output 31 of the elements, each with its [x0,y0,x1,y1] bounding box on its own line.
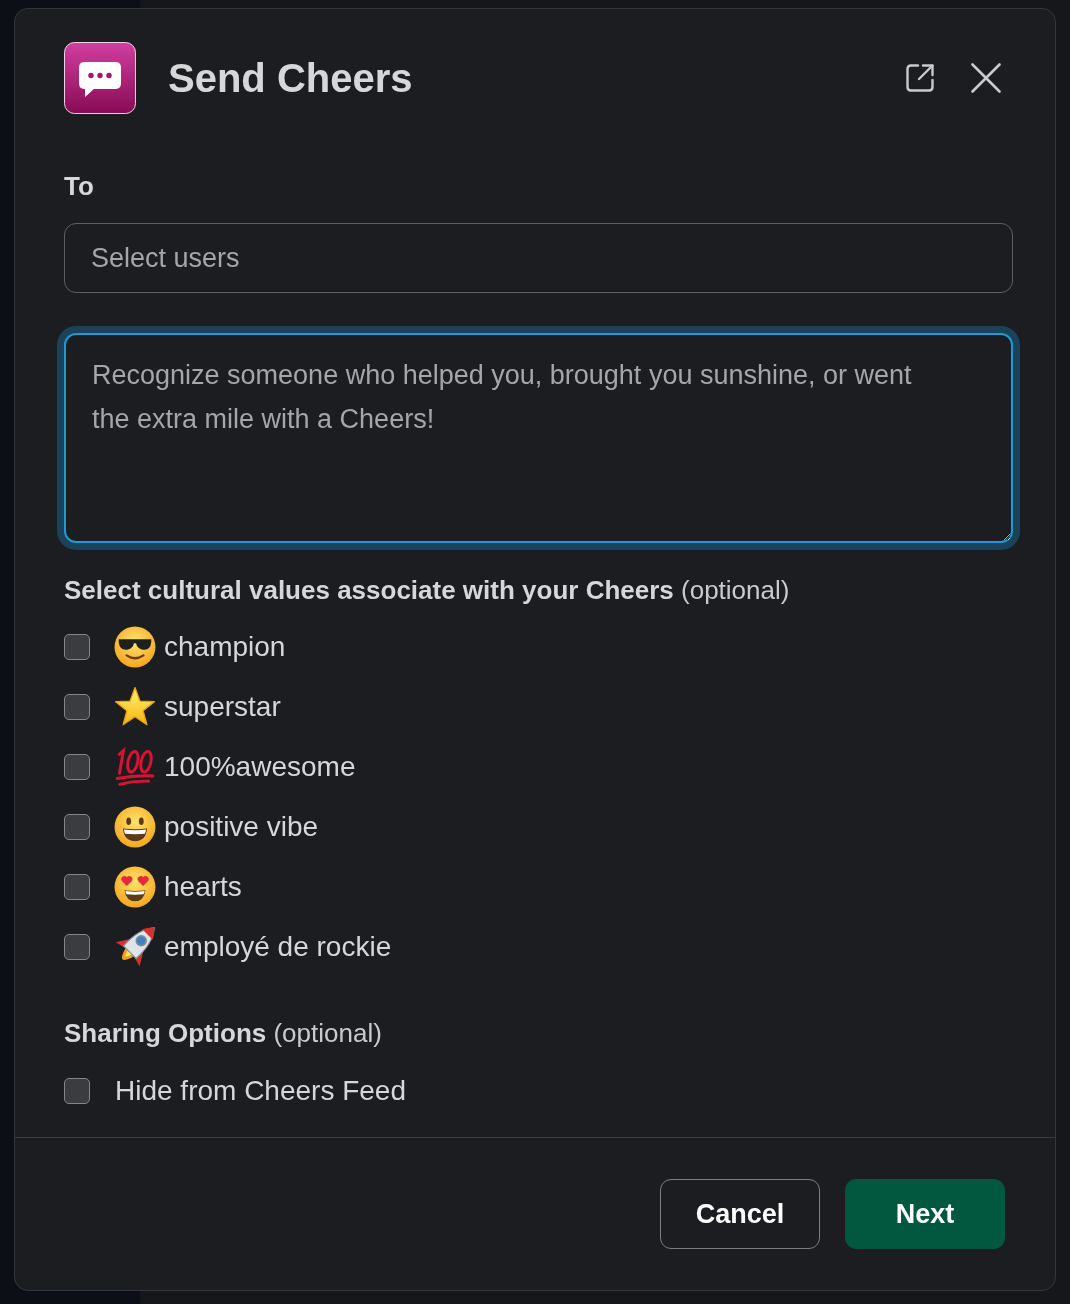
cancel-button[interactable]: Cancel [660,1179,820,1249]
grinning-face-icon [114,806,156,848]
field-label: To [64,170,95,203]
option-label: 100%awesome [164,751,356,783]
option-label: superstar [164,691,281,723]
checkbox[interactable] [64,694,90,720]
checkbox[interactable] [64,1078,90,1104]
close-icon[interactable] [971,63,1001,93]
speech-bubble-icon [64,42,136,114]
next-button[interactable]: Next [845,1179,1005,1249]
external-link-icon[interactable] [904,62,936,94]
checkbox[interactable] [64,814,90,840]
checkbox[interactable] [64,934,90,960]
option-label: Hide from Cheers Feed [115,1075,406,1107]
dialog-title: Send Cheers [168,55,414,101]
checkbox[interactable] [64,634,90,660]
user-select-field[interactable]: Select users [64,223,1013,293]
sunglasses-face-icon [114,626,156,668]
option-label: positive vibe [164,811,319,843]
rocket-icon [114,926,156,968]
heart-eyes-face-icon [114,866,156,908]
hundred-points-icon [114,746,156,788]
option-label: champion [164,631,286,663]
checkbox[interactable] [64,874,90,900]
checkbox[interactable] [64,754,90,780]
message-field[interactable]: Recognize someone who helped you, brought you sunshine, or went the extra mile with a Cheers! [64,333,1013,543]
section-heading: Select cultural values associate with your Cheers (optional) [64,574,791,607]
option-label: employé de rockie [164,931,392,963]
star-icon [114,686,156,728]
section-heading: Sharing Options (optional) [64,1017,383,1050]
option-label: hearts [164,871,242,903]
